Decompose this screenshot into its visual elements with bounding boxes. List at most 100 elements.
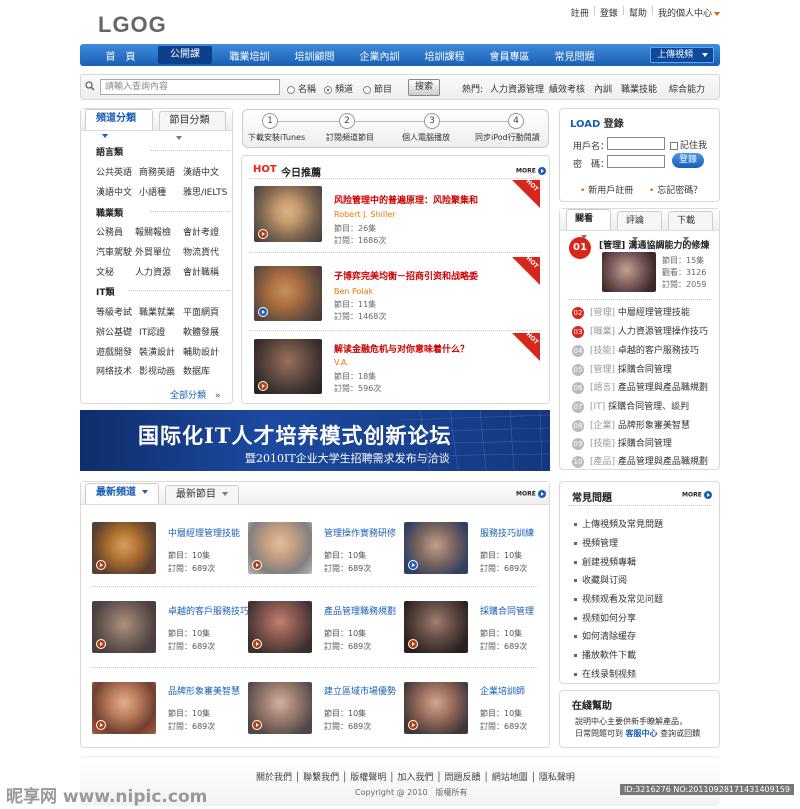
category-link[interactable]: 漢語中文 (183, 165, 219, 178)
tab-channel-category[interactable]: 頻道分類 (85, 109, 153, 138)
tab-comments[interactable]: 評論 (617, 211, 662, 241)
register-link[interactable]: • 新用戶註冊 (580, 183, 633, 196)
play-icon[interactable] (252, 560, 262, 570)
upload-video-button[interactable]: 上傳視頻 (650, 47, 714, 63)
category-link[interactable]: 文秘 (96, 265, 114, 278)
category-link[interactable]: 外貿單位 (135, 245, 171, 258)
faq-item[interactable]: 收藏與订阅 (574, 573, 627, 586)
tab-downloads[interactable]: 下載 (668, 211, 713, 241)
category-link[interactable]: 公務員 (96, 225, 123, 238)
my-center-link[interactable]: 我的個人中心 (658, 6, 720, 19)
search-opt-program[interactable]: 節目 (363, 82, 392, 95)
footer-links[interactable]: 關於我們 │ 聯繫我們 │ 版權聲明 │ 加入我們 │ 問題反饋 │ 網站地圖 … (256, 770, 575, 783)
ranking-item[interactable]: 05 [管理] 採購合同管理 (572, 362, 672, 376)
faq-item[interactable]: 視頻管理 (574, 536, 618, 549)
category-link[interactable]: 公共英語 (96, 165, 132, 178)
search-opt-channel[interactable]: 頻道 (324, 82, 353, 95)
channel-title[interactable]: 服務技巧訓練 (480, 526, 534, 539)
category-link[interactable]: 等級考試 (96, 305, 132, 318)
category-link[interactable]: 辦公基礎 (96, 325, 132, 338)
search-opt-name[interactable]: 名稱 (287, 82, 316, 95)
hot-keyword[interactable]: 綜合能力 (669, 82, 705, 95)
category-link[interactable]: 数据库 (183, 364, 210, 377)
hot-keyword[interactable]: 職業技能 (621, 82, 657, 95)
faq-item[interactable]: 上傳視頻及常見問題 (574, 517, 663, 530)
video-title[interactable]: 解读金融危机与对你意味着什么？ (334, 342, 469, 355)
channel-title[interactable]: 採購合同管理 (480, 604, 534, 617)
nav-faq[interactable]: 常見問題 (542, 48, 607, 63)
category-link[interactable]: 平面網頁 (183, 305, 219, 318)
faq-item[interactable]: 在线录制视频 (574, 667, 636, 680)
channel-title[interactable]: 建立區域市場優勢 (324, 684, 396, 697)
video-thumbnail[interactable] (602, 252, 656, 292)
faq-item[interactable]: 播放軟件下載 (574, 648, 636, 661)
category-link[interactable]: IT認證 (139, 325, 165, 338)
hot-keyword[interactable]: 績效考核 (549, 82, 585, 95)
play-icon[interactable] (96, 720, 106, 730)
faq-item[interactable]: 视频如何分享 (574, 611, 636, 624)
play-icon[interactable] (258, 229, 268, 239)
ranking-item[interactable]: 09 [技能] 採購合同管理 (572, 436, 672, 450)
top-ranked-title[interactable]: [管理] 溝通協調能力的修煉 (599, 238, 709, 251)
login-link[interactable]: 登錄 (600, 6, 618, 19)
category-link[interactable]: 汽車駕駛 (96, 245, 132, 258)
tab-newest-program[interactable]: 最新節目 (165, 485, 239, 504)
faq-item[interactable]: 视频观看及常见问题 (574, 592, 663, 605)
nav-open-course[interactable]: 公開課 (158, 46, 212, 64)
channel-title[interactable]: 產品管理職務規劃 (324, 604, 396, 617)
channel-title[interactable]: 中層經理管理技能 (168, 526, 240, 539)
category-link[interactable]: 會計職稱 (183, 265, 219, 278)
hot-keyword[interactable]: 人力資源管理 (490, 82, 544, 95)
ranking-item[interactable]: 04 [技能] 卓越的客户服務技巧 (572, 343, 699, 357)
site-logo[interactable]: LGOG (98, 12, 167, 38)
register-link[interactable]: 註冊 (571, 6, 589, 19)
nav-home[interactable]: 首 頁 (88, 48, 153, 63)
category-link[interactable]: 會計考證 (183, 225, 219, 238)
category-link[interactable]: 遊戲開發 (96, 345, 132, 358)
tab-program-category[interactable]: 節目分類 (158, 111, 226, 140)
tab-views[interactable]: 關看 (566, 209, 611, 239)
faq-item[interactable]: 創建視頻專輯 (574, 555, 636, 568)
category-link[interactable]: 職業就業 (139, 305, 175, 318)
ranking-item[interactable]: 03 [職業] 人力資源管理操作技巧 (572, 324, 708, 338)
username-input[interactable] (607, 137, 665, 150)
category-link[interactable]: 影视动画 (139, 364, 175, 377)
play-icon[interactable] (252, 720, 262, 730)
nav-vocational[interactable]: 職業培訓 (217, 48, 282, 63)
promo-banner[interactable]: 国际化IT人才培养模式创新论坛 暨2010IT企业大学生招聘需求发布与洽谈 (80, 410, 550, 471)
play-icon[interactable] (408, 639, 418, 649)
ranking-item[interactable]: 10 [產品] 產品管理與產品職規劃 (572, 454, 708, 468)
nav-members[interactable]: 會員專區 (477, 48, 542, 63)
ranking-item[interactable]: 08 [企業] 品牌形象審美智慧 (572, 418, 690, 432)
more-link[interactable]: MORE (516, 167, 546, 175)
category-link[interactable]: 報關報檢 (135, 225, 171, 238)
search-input[interactable]: 請輸入查詢內容 (100, 79, 280, 95)
channel-title[interactable]: 管理操作實務研修 (324, 526, 396, 539)
nav-courses[interactable]: 培訓課程 (412, 48, 477, 63)
forgot-password-link[interactable]: • 忘記密碼？ (649, 183, 702, 196)
ranking-item[interactable]: 02 [管理] 中層經理管理技能 (572, 305, 690, 319)
login-button[interactable]: 登錄 (672, 153, 704, 168)
category-link[interactable]: 輔助設計 (183, 345, 219, 358)
more-link[interactable]: MORE (516, 490, 546, 498)
search-button[interactable]: 搜索 (408, 79, 440, 96)
play-icon[interactable] (258, 381, 268, 391)
password-input[interactable] (607, 155, 665, 168)
category-link[interactable]: 物流貨代 (183, 245, 219, 258)
video-title[interactable]: 风险管理中的普遍原理：风险聚集和 (334, 193, 478, 206)
video-title[interactable]: 子博弈完美均衡－招商引资和战略委 (334, 269, 478, 282)
faq-item[interactable]: 如何清除缓存 (574, 629, 636, 642)
play-icon[interactable] (408, 560, 418, 570)
category-link[interactable]: 裝潢設計 (139, 345, 175, 358)
nav-internal[interactable]: 企業內訓 (347, 48, 412, 63)
play-icon[interactable] (96, 639, 106, 649)
hot-keyword[interactable]: 內訓 (594, 82, 612, 95)
play-icon[interactable] (252, 639, 262, 649)
channel-title[interactable]: 企業培訓師 (480, 684, 525, 697)
play-icon[interactable] (96, 560, 106, 570)
support-center-link[interactable]: 客服中心 (626, 729, 658, 738)
category-link[interactable]: 雅思/IELTS (183, 185, 227, 198)
help-link[interactable]: 幫助 (629, 6, 647, 19)
more-link[interactable]: MORE (682, 491, 712, 499)
play-icon[interactable] (258, 307, 268, 317)
